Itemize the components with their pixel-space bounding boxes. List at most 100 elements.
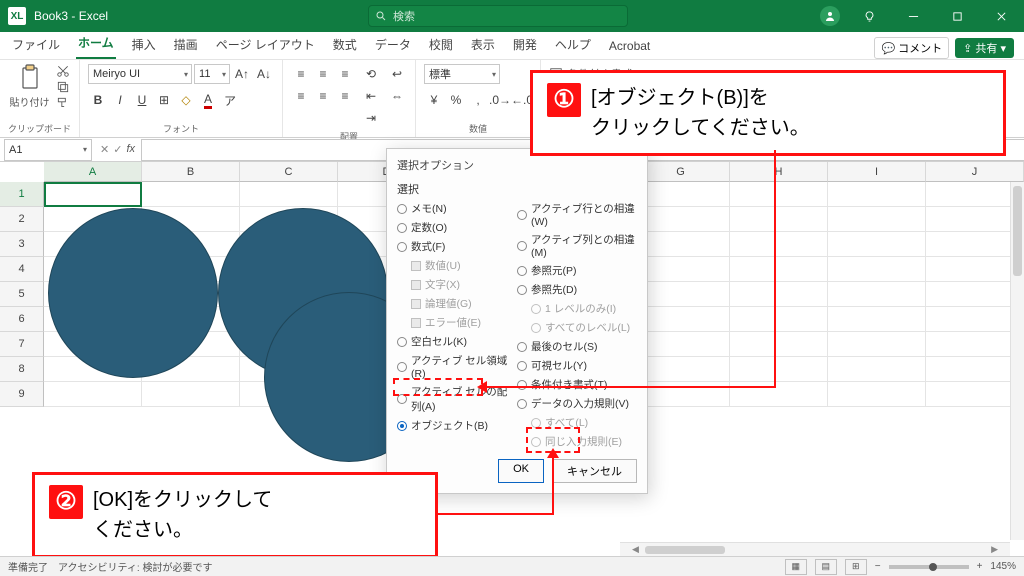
tab-insert[interactable]: 挿入 (130, 32, 158, 59)
cell[interactable] (44, 182, 142, 207)
row-header[interactable]: 6 (0, 307, 44, 332)
radio-option[interactable]: アクティブ列との相違(M) (517, 232, 637, 259)
zoom-slider[interactable] (889, 565, 969, 569)
tab-dev[interactable]: 開発 (511, 32, 539, 59)
column-header[interactable]: I (828, 162, 926, 182)
tab-view[interactable]: 表示 (469, 32, 497, 59)
comments-button[interactable]: 💬 コメント (874, 37, 949, 59)
radio-option[interactable]: 空白セル(K) (397, 334, 517, 349)
font-color-button[interactable]: A (198, 90, 218, 110)
tab-help[interactable]: ヘルプ (553, 32, 593, 59)
radio-option[interactable]: 定数(O) (397, 220, 517, 235)
phonetic-button[interactable]: ア (220, 90, 240, 110)
shape-circle[interactable] (48, 208, 218, 378)
enter-fx-icon[interactable]: ✓ (113, 143, 122, 156)
indent-inc-icon[interactable]: ⇥ (361, 108, 381, 128)
row-header[interactable]: 7 (0, 332, 44, 357)
radio-option[interactable]: 参照先(D) (517, 282, 637, 297)
checkbox-option[interactable]: 文字(X) (411, 277, 517, 292)
align-top-icon[interactable]: ≡ (291, 64, 311, 84)
cell[interactable] (44, 382, 142, 407)
inc-decimal-icon[interactable]: .0→ (490, 90, 510, 110)
cell[interactable] (240, 182, 338, 207)
view-pagelayout-button[interactable]: ▤ (815, 559, 837, 575)
radio-option[interactable]: アクティブ セル領域(R) (397, 353, 517, 380)
tab-formula[interactable]: 数式 (331, 32, 359, 59)
radio-option[interactable]: 参照元(P) (517, 263, 637, 278)
fx-icon[interactable]: fx (126, 143, 135, 156)
font-size-select[interactable]: 11 (194, 64, 230, 84)
cut-icon[interactable] (56, 64, 70, 78)
row-header[interactable]: 4 (0, 257, 44, 282)
cell[interactable] (730, 282, 828, 307)
ok-button[interactable]: OK (498, 459, 544, 483)
row-header[interactable]: 5 (0, 282, 44, 307)
cell[interactable] (142, 382, 240, 407)
minimize-button[interactable] (898, 1, 928, 31)
radio-option[interactable]: 条件付き書式(T) (517, 377, 637, 392)
orientation-icon[interactable]: ⟲ (361, 64, 381, 84)
align-bottom-icon[interactable]: ≡ (335, 64, 355, 84)
currency-icon[interactable]: ¥ (424, 90, 444, 110)
tab-review[interactable]: 校閲 (427, 32, 455, 59)
cell[interactable] (730, 232, 828, 257)
comma-icon[interactable]: , (468, 90, 488, 110)
row-header[interactable]: 1 (0, 182, 44, 207)
radio-option[interactable]: 可視セル(Y) (517, 358, 637, 373)
cell[interactable] (828, 182, 926, 207)
decrease-font-icon[interactable]: A↓ (254, 64, 274, 84)
column-header[interactable]: A (44, 162, 142, 182)
copy-icon[interactable] (56, 80, 70, 94)
italic-button[interactable]: I (110, 90, 130, 110)
cell[interactable] (730, 307, 828, 332)
number-format-select[interactable]: 標準 (424, 64, 500, 84)
cell[interactable] (828, 282, 926, 307)
cell[interactable] (730, 357, 828, 382)
format-painter-icon[interactable] (56, 96, 70, 110)
cell[interactable] (828, 232, 926, 257)
cell[interactable] (828, 307, 926, 332)
horizontal-scrollbar[interactable]: ◀▶ (620, 542, 1010, 556)
tab-file[interactable]: ファイル (10, 32, 62, 59)
column-header[interactable]: H (730, 162, 828, 182)
search-input[interactable]: 検索 (368, 5, 628, 27)
tab-data[interactable]: データ (373, 32, 413, 59)
merge-icon[interactable]: ⇔ (387, 86, 407, 106)
row-header[interactable]: 3 (0, 232, 44, 257)
paste-button[interactable]: 貼り付け (10, 64, 50, 109)
cell[interactable] (828, 207, 926, 232)
cell[interactable] (730, 332, 828, 357)
avatar[interactable] (820, 6, 840, 26)
radio-option[interactable]: 最後のセル(S) (517, 339, 637, 354)
vertical-scrollbar[interactable] (1010, 182, 1024, 540)
radio-option[interactable]: オブジェクト(B) (397, 418, 517, 433)
underline-button[interactable]: U (132, 90, 152, 110)
zoom-plus[interactable]: + (977, 561, 983, 572)
lightbulb-icon[interactable] (854, 1, 884, 31)
cell[interactable] (828, 357, 926, 382)
cancel-fx-icon[interactable]: ✕ (100, 143, 109, 156)
checkbox-option[interactable]: エラー値(E) (411, 315, 517, 330)
radio-option[interactable]: アクティブ行との相違(W) (517, 201, 637, 228)
checkbox-option[interactable]: 論理値(G) (411, 296, 517, 311)
align-right-icon[interactable]: ≡ (335, 86, 355, 106)
bold-button[interactable]: B (88, 90, 108, 110)
wrap-text-icon[interactable]: ↩ (387, 64, 407, 84)
percent-icon[interactable]: % (446, 90, 466, 110)
cell[interactable] (730, 182, 828, 207)
row-header[interactable]: 8 (0, 357, 44, 382)
cell[interactable] (828, 257, 926, 282)
column-header[interactable]: J (926, 162, 1024, 182)
zoom-minus[interactable]: − (875, 561, 881, 572)
maximize-button[interactable] (942, 1, 972, 31)
radio-option[interactable]: 数式(F) (397, 239, 517, 254)
radio-option[interactable]: メモ(N) (397, 201, 517, 216)
share-button[interactable]: ⇪ 共有 ▾ (955, 38, 1014, 58)
column-header[interactable]: B (142, 162, 240, 182)
font-name-select[interactable]: Meiryo UI (88, 64, 192, 84)
cell[interactable] (828, 332, 926, 357)
row-header[interactable]: 9 (0, 382, 44, 407)
view-normal-button[interactable]: ▦ (785, 559, 807, 575)
cell[interactable] (828, 382, 926, 407)
cancel-button[interactable]: キャンセル (552, 459, 637, 483)
